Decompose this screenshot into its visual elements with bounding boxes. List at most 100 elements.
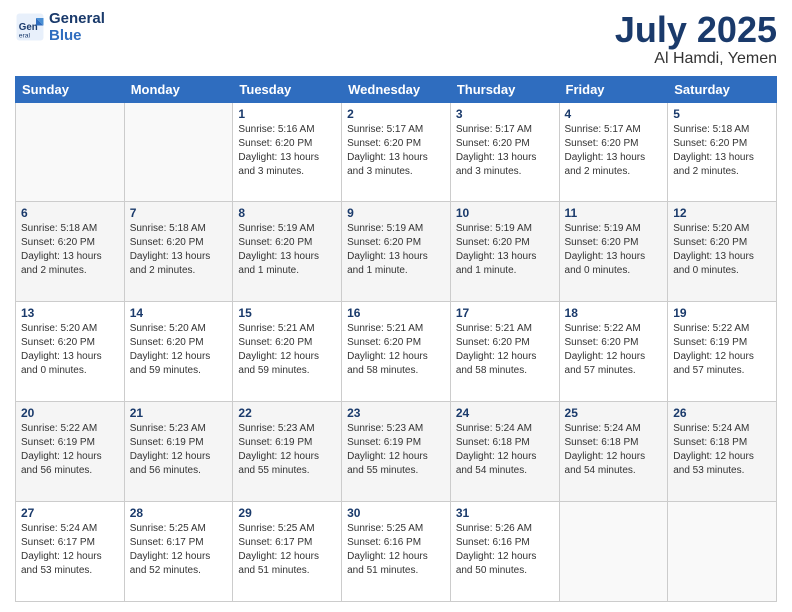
page: Gen eral General Blue July 2025 Al Hamdi…	[0, 0, 792, 612]
calendar-cell: 19 Sunrise: 5:22 AMSunset: 6:19 PMDayligh…	[668, 302, 777, 402]
day-info: Sunrise: 5:18 AMSunset: 6:20 PMDaylight:…	[130, 222, 228, 278]
location-title: Al Hamdi, Yemen	[615, 50, 777, 68]
calendar-row-4: 27 Sunrise: 5:24 AMSunset: 6:17 PMDayligh…	[16, 502, 777, 602]
day-info: Sunrise: 5:19 AMSunset: 6:20 PMDaylight:…	[456, 222, 554, 278]
day-number: 17	[456, 306, 554, 320]
day-number: 31	[456, 506, 554, 520]
day-number: 21	[130, 406, 228, 420]
calendar-cell: 20 Sunrise: 5:22 AMSunset: 6:19 PMDayligh…	[16, 402, 125, 502]
day-number: 1	[238, 107, 336, 121]
calendar-cell: 30 Sunrise: 5:25 AMSunset: 6:16 PMDayligh…	[342, 502, 451, 602]
day-number: 24	[456, 406, 554, 420]
calendar-cell	[124, 102, 233, 202]
day-number: 12	[673, 206, 771, 220]
calendar-cell: 29 Sunrise: 5:25 AMSunset: 6:17 PMDayligh…	[233, 502, 342, 602]
calendar-row-2: 13 Sunrise: 5:20 AMSunset: 6:20 PMDayligh…	[16, 302, 777, 402]
day-number: 4	[565, 107, 663, 121]
day-info: Sunrise: 5:22 AMSunset: 6:19 PMDaylight:…	[673, 322, 771, 378]
day-info: Sunrise: 5:19 AMSunset: 6:20 PMDaylight:…	[347, 222, 445, 278]
calendar-cell: 3Sunrise: 5:17 AMSunset: 6:20 PMDaylight…	[450, 102, 559, 202]
calendar-cell: 14 Sunrise: 5:20 AMSunset: 6:20 PMDayligh…	[124, 302, 233, 402]
day-info: Sunrise: 5:19 AMSunset: 6:20 PMDaylight:…	[238, 222, 336, 278]
day-number: 15	[238, 306, 336, 320]
day-number: 28	[130, 506, 228, 520]
day-number: 6	[21, 206, 119, 220]
day-info: Sunrise: 5:17 AMSunset: 6:20 PMDaylight:…	[347, 123, 445, 179]
day-info: Sunrise: 5:21 AMSunset: 6:20 PMDaylight:…	[238, 322, 336, 378]
weekday-wednesday: Wednesday	[342, 76, 451, 102]
day-number: 5	[673, 107, 771, 121]
calendar-cell: 5 Sunrise: 5:18 AMSunset: 6:20 PMDaylight…	[668, 102, 777, 202]
day-number: 2	[347, 107, 445, 121]
day-number: 27	[21, 506, 119, 520]
logo-icon: Gen eral	[15, 12, 45, 42]
day-info: Sunrise: 5:25 AMSunset: 6:17 PMDaylight:…	[130, 522, 228, 578]
day-number: 22	[238, 406, 336, 420]
calendar-cell: 1 Sunrise: 5:16 AMSunset: 6:20 PMDaylight…	[233, 102, 342, 202]
weekday-tuesday: Tuesday	[233, 76, 342, 102]
calendar-cell	[559, 502, 668, 602]
month-title: July 2025	[615, 10, 777, 50]
weekday-sunday: Sunday	[16, 76, 125, 102]
day-number: 26	[673, 406, 771, 420]
calendar-cell: 26Sunrise: 5:24 AMSunset: 6:18 PMDayligh…	[668, 402, 777, 502]
calendar-cell: 24 Sunrise: 5:24 AMSunset: 6:18 PMDayligh…	[450, 402, 559, 502]
day-info: Sunrise: 5:17 AMSunset: 6:20 PMDaylight:…	[565, 123, 663, 179]
calendar-cell: 28 Sunrise: 5:25 AMSunset: 6:17 PMDayligh…	[124, 502, 233, 602]
calendar-cell: 12 Sunrise: 5:20 AMSunset: 6:20 PMDayligh…	[668, 202, 777, 302]
calendar-cell: 17 Sunrise: 5:21 AMSunset: 6:20 PMDayligh…	[450, 302, 559, 402]
day-number: 29	[238, 506, 336, 520]
day-number: 8	[238, 206, 336, 220]
day-number: 19	[673, 306, 771, 320]
day-number: 14	[130, 306, 228, 320]
calendar-cell	[668, 502, 777, 602]
day-info: Sunrise: 5:23 AMSunset: 6:19 PMDaylight:…	[238, 422, 336, 478]
day-number: 11	[565, 206, 663, 220]
day-info: Sunrise: 5:24 AMSunset: 6:18 PMDaylight:…	[456, 422, 554, 478]
title-block: July 2025 Al Hamdi, Yemen	[615, 10, 777, 68]
calendar-cell: 4 Sunrise: 5:17 AMSunset: 6:20 PMDaylight…	[559, 102, 668, 202]
calendar-cell: 21 Sunrise: 5:23 AMSunset: 6:19 PMDayligh…	[124, 402, 233, 502]
calendar-row-1: 6 Sunrise: 5:18 AMSunset: 6:20 PMDaylight…	[16, 202, 777, 302]
calendar-cell: 11Sunrise: 5:19 AMSunset: 6:20 PMDayligh…	[559, 202, 668, 302]
weekday-saturday: Saturday	[668, 76, 777, 102]
calendar-row-3: 20 Sunrise: 5:22 AMSunset: 6:19 PMDayligh…	[16, 402, 777, 502]
day-number: 20	[21, 406, 119, 420]
day-info: Sunrise: 5:17 AMSunset: 6:20 PMDaylight:…	[456, 123, 554, 179]
calendar-cell: 22 Sunrise: 5:23 AMSunset: 6:19 PMDayligh…	[233, 402, 342, 502]
calendar-cell: 18 Sunrise: 5:22 AMSunset: 6:20 PMDayligh…	[559, 302, 668, 402]
day-number: 30	[347, 506, 445, 520]
day-info: Sunrise: 5:23 AMSunset: 6:19 PMDaylight:…	[130, 422, 228, 478]
day-number: 13	[21, 306, 119, 320]
day-info: Sunrise: 5:22 AMSunset: 6:20 PMDaylight:…	[565, 322, 663, 378]
day-number: 23	[347, 406, 445, 420]
day-info: Sunrise: 5:22 AMSunset: 6:19 PMDaylight:…	[21, 422, 119, 478]
day-number: 7	[130, 206, 228, 220]
logo-text: General Blue	[49, 10, 105, 44]
weekday-monday: Monday	[124, 76, 233, 102]
day-number: 18	[565, 306, 663, 320]
calendar-cell: 2 Sunrise: 5:17 AMSunset: 6:20 PMDaylight…	[342, 102, 451, 202]
day-info: Sunrise: 5:21 AMSunset: 6:20 PMDaylight:…	[347, 322, 445, 378]
calendar-cell	[16, 102, 125, 202]
day-number: 16	[347, 306, 445, 320]
day-info: Sunrise: 5:26 AMSunset: 6:16 PMDaylight:…	[456, 522, 554, 578]
calendar-cell: 6Sunrise: 5:18 AMSunset: 6:20 PMDaylight…	[16, 202, 125, 302]
calendar-cell: 7 Sunrise: 5:18 AMSunset: 6:20 PMDaylight…	[124, 202, 233, 302]
weekday-header-row: SundayMondayTuesdayWednesdayThursdayFrid…	[16, 76, 777, 102]
calendar-cell: 13 Sunrise: 5:20 AMSunset: 6:20 PMDayligh…	[16, 302, 125, 402]
day-info: Sunrise: 5:20 AMSunset: 6:20 PMDaylight:…	[130, 322, 228, 378]
calendar-cell: 27 Sunrise: 5:24 AMSunset: 6:17 PMDayligh…	[16, 502, 125, 602]
day-number: 9	[347, 206, 445, 220]
day-info: Sunrise: 5:21 AMSunset: 6:20 PMDaylight:…	[456, 322, 554, 378]
calendar-cell: 15 Sunrise: 5:21 AMSunset: 6:20 PMDayligh…	[233, 302, 342, 402]
day-info: Sunrise: 5:16 AMSunset: 6:20 PMDaylight:…	[238, 123, 336, 179]
day-info: Sunrise: 5:24 AMSunset: 6:17 PMDaylight:…	[21, 522, 119, 578]
day-info: Sunrise: 5:18 AMSunset: 6:20 PMDaylight:…	[673, 123, 771, 179]
day-info: Sunrise: 5:25 AMSunset: 6:17 PMDaylight:…	[238, 522, 336, 578]
day-info: Sunrise: 5:20 AMSunset: 6:20 PMDaylight:…	[673, 222, 771, 278]
calendar-cell: 8 Sunrise: 5:19 AMSunset: 6:20 PMDaylight…	[233, 202, 342, 302]
day-info: Sunrise: 5:20 AMSunset: 6:20 PMDaylight:…	[21, 322, 119, 378]
svg-text:Gen: Gen	[19, 22, 38, 33]
day-info: Sunrise: 5:25 AMSunset: 6:16 PMDaylight:…	[347, 522, 445, 578]
